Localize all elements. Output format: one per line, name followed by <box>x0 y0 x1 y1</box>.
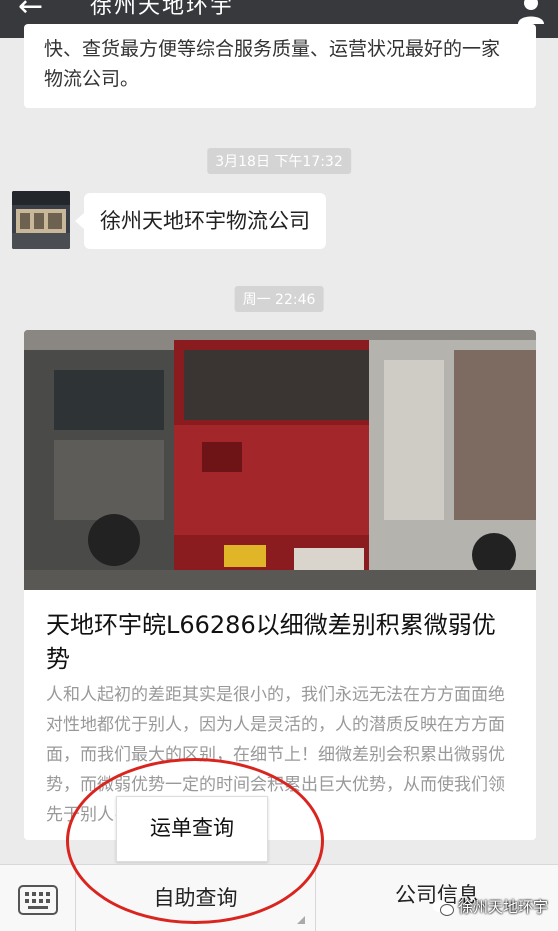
article-card[interactable]: 天地环宇皖L66286以细微差别积累微弱优势 人和人起初的差距其实是很小的，我们… <box>24 330 536 840</box>
article-title: 天地环宇皖L66286以细微差别积累微弱优势 <box>46 611 496 673</box>
submenu-popup: 运单查询 <box>116 796 268 862</box>
previous-message-text: 快、查货最方便等综合服务质量、运营状况最好的一家物流公司。 <box>44 38 501 90</box>
chat-title: 徐州天地环宇 <box>90 0 235 19</box>
menu-self-service-query-label: 自助查询 <box>153 886 238 910</box>
watermark-text: 徐州天地环宇 <box>457 898 548 916</box>
wechat-logo-icon <box>432 899 454 917</box>
watermark: 徐州天地环宇 <box>432 896 548 917</box>
keyboard-icon <box>18 885 58 915</box>
submenu-indicator-icon <box>297 916 305 924</box>
avatar[interactable] <box>12 191 70 249</box>
timestamp: 周一 22:46 <box>234 286 324 312</box>
message-text: 徐州天地环宇物流公司 <box>100 209 310 233</box>
user-profile-icon[interactable] <box>516 0 546 24</box>
previous-message-bubble: 快、查货最方便等综合服务质量、运营状况最好的一家物流公司。 <box>24 24 536 108</box>
message-bubble[interactable]: 徐州天地环宇物流公司 <box>75 193 326 249</box>
submenu-item-waybill-query[interactable]: 运单查询 <box>150 816 234 840</box>
article-cover-image <box>24 330 536 590</box>
timestamp: 3月18日 下午17:32 <box>207 148 351 174</box>
keyboard-toggle[interactable] <box>0 865 76 931</box>
menu-self-service-query[interactable]: 自助查询 <box>76 865 316 931</box>
back-arrow-icon[interactable]: ← <box>18 0 43 22</box>
